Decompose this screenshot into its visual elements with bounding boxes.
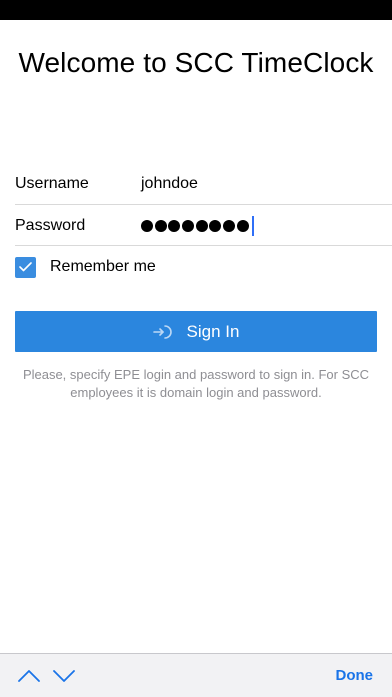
done-button[interactable]: Done: [336, 666, 374, 686]
password-mask-dot: [209, 220, 222, 232]
password-label: Password: [15, 217, 86, 234]
sign-in-icon: [152, 324, 173, 340]
username-row[interactable]: Username johndoe: [15, 163, 377, 204]
password-mask-dot: [236, 220, 249, 232]
status-bar: [0, 0, 392, 20]
sign-in-button[interactable]: Sign In: [15, 311, 377, 352]
password-mask-dot: [182, 220, 195, 232]
password-mask-dot: [141, 220, 153, 232]
password-mask-dot: [223, 220, 236, 232]
checkmark-icon: [19, 262, 32, 272]
remember-label: Remember me: [50, 258, 156, 275]
sign-in-label: Sign In: [186, 321, 240, 341]
password-mask-dot: [195, 220, 208, 232]
username-input[interactable]: johndoe: [141, 174, 198, 194]
sign-in-hint: Please, specify EPE login and password t…: [22, 367, 370, 400]
password-mask-dot: [168, 220, 181, 232]
password-mask-dot: [154, 220, 167, 232]
text-caret: [251, 216, 254, 236]
previous-field-button[interactable]: [17, 666, 41, 686]
username-label: Username: [15, 175, 89, 192]
chevron-up-icon: [18, 670, 40, 682]
password-row[interactable]: Password: [15, 205, 377, 246]
chevron-down-icon: [53, 670, 75, 682]
page-title: Welcome to SCC TimeClock: [18, 47, 374, 78]
keyboard-toolbar: Done: [0, 653, 392, 697]
remember-me-toggle[interactable]: Remember me: [15, 255, 156, 279]
next-field-button[interactable]: [52, 666, 76, 686]
password-separator: [15, 245, 392, 246]
remember-checkbox[interactable]: [15, 256, 36, 278]
password-input[interactable]: [141, 216, 254, 236]
